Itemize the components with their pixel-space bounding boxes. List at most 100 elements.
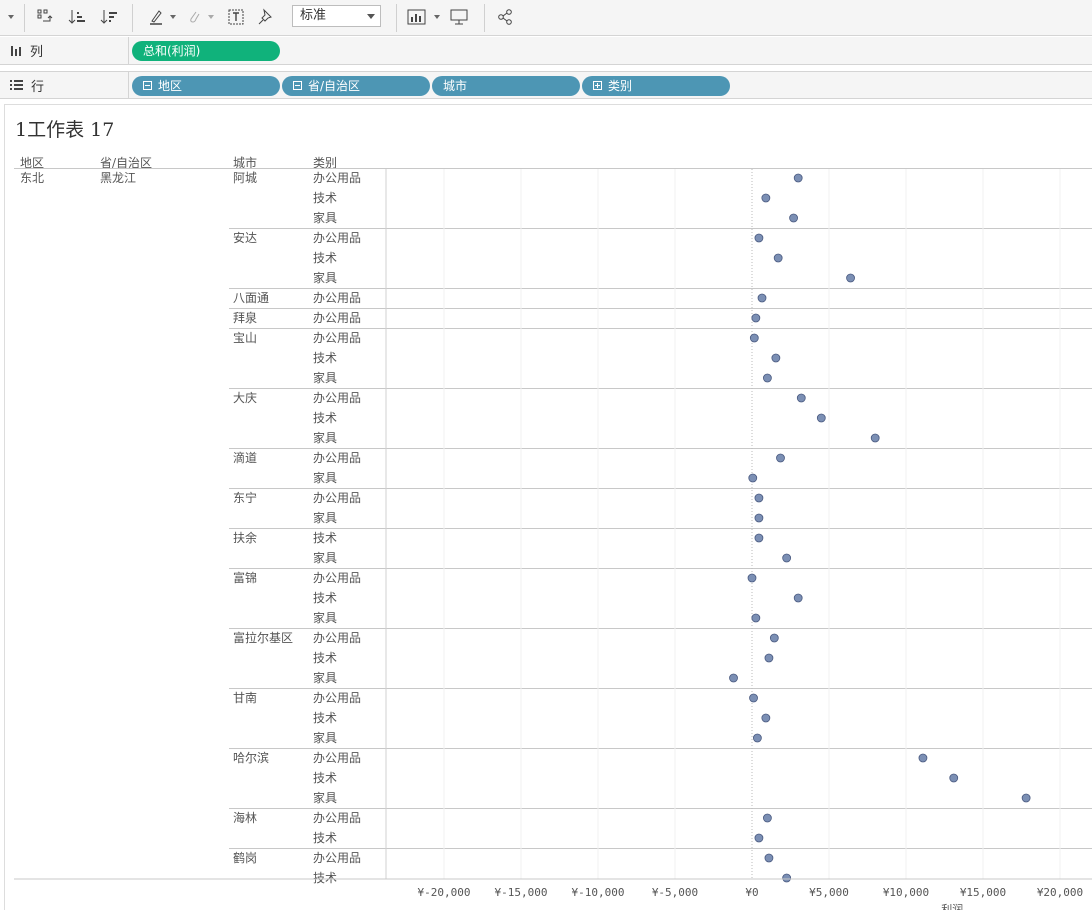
city-label[interactable]: 大庆 <box>233 391 257 405</box>
sheet-title: 1工作表 17 <box>15 119 115 141</box>
swap-icon[interactable] <box>34 6 56 28</box>
share-icon[interactable] <box>494 6 516 28</box>
dropdown-icon[interactable] <box>168 6 178 28</box>
rows-shelf-label: 行 <box>0 72 129 98</box>
columns-shelf: 列 总和(利润) <box>0 37 1092 65</box>
city-label[interactable]: 八面通 <box>233 291 269 305</box>
expand-icon <box>593 81 602 90</box>
city-label[interactable]: 阿城 <box>233 171 257 185</box>
pill-region[interactable]: 地区 <box>132 76 280 96</box>
category-label[interactable]: 技术 <box>313 711 337 725</box>
region-cell[interactable]: 东北 <box>20 171 44 185</box>
presentation-icon[interactable] <box>448 6 470 28</box>
sort-asc-icon[interactable] <box>66 6 88 28</box>
rows-shelf: 行 地区 省/自治区 城市 类别 <box>0 71 1092 99</box>
category-label[interactable]: 家具 <box>313 211 337 225</box>
pill-province[interactable]: 省/自治区 <box>282 76 430 96</box>
category-label[interactable]: 办公用品 <box>313 451 361 465</box>
category-label[interactable]: 办公用品 <box>313 391 361 405</box>
city-separator <box>228 228 1092 229</box>
columns-icon <box>10 45 22 57</box>
show-me-icon[interactable] <box>406 6 428 28</box>
category-label[interactable]: 家具 <box>313 731 337 745</box>
collapse-icon <box>143 81 152 90</box>
city-label[interactable]: 甘南 <box>233 691 257 705</box>
city-label[interactable]: 哈尔滨 <box>233 751 269 765</box>
category-label[interactable]: 办公用品 <box>313 491 361 505</box>
category-label[interactable]: 办公用品 <box>313 571 361 585</box>
city-separator <box>228 528 1092 529</box>
category-label[interactable]: 家具 <box>313 431 337 445</box>
city-separator <box>228 848 1092 849</box>
city-label[interactable]: 安达 <box>233 231 257 245</box>
city-separator <box>228 328 1092 329</box>
city-label[interactable]: 海林 <box>233 811 257 825</box>
columns-label-text: 列 <box>30 45 44 60</box>
category-label[interactable]: 办公用品 <box>313 231 361 245</box>
city-separator <box>228 448 1092 449</box>
category-label[interactable]: 家具 <box>313 551 337 565</box>
category-label[interactable]: 家具 <box>313 671 337 685</box>
category-label[interactable]: 家具 <box>313 271 337 285</box>
category-label[interactable]: 办公用品 <box>313 631 361 645</box>
category-label[interactable]: 家具 <box>313 371 337 385</box>
category-label[interactable]: 办公用品 <box>313 851 361 865</box>
fit-select[interactable]: 标准 <box>292 5 381 27</box>
category-label[interactable]: 办公用品 <box>313 811 361 825</box>
pill-sum-profit[interactable]: 总和(利润) <box>132 41 280 61</box>
city-label[interactable]: 东宁 <box>233 491 257 505</box>
dropdown-icon[interactable] <box>432 6 442 28</box>
toolbar-separator <box>396 4 397 32</box>
city-separator <box>228 388 1092 389</box>
category-label[interactable]: 家具 <box>313 471 337 485</box>
category-label[interactable]: 技术 <box>313 191 337 205</box>
city-label[interactable]: 鹤岗 <box>233 851 257 865</box>
highlight-pen-icon[interactable] <box>146 6 166 28</box>
category-label[interactable]: 办公用品 <box>313 751 361 765</box>
text-box-icon[interactable] <box>226 6 246 28</box>
pill-text: 类别 <box>608 79 633 93</box>
category-label[interactable]: 技术 <box>313 831 337 845</box>
category-label[interactable]: 家具 <box>313 611 337 625</box>
city-label[interactable]: 滴道 <box>233 451 257 465</box>
pill-text: 总和(利润) <box>143 44 201 58</box>
city-separator <box>228 488 1092 489</box>
category-label[interactable]: 技术 <box>313 591 337 605</box>
category-label[interactable]: 技术 <box>313 531 337 545</box>
category-label[interactable]: 办公用品 <box>313 291 361 305</box>
sort-desc-icon[interactable] <box>98 6 120 28</box>
city-label[interactable]: 富锦 <box>233 571 257 585</box>
category-label[interactable]: 技术 <box>313 411 337 425</box>
category-label[interactable]: 办公用品 <box>313 311 361 325</box>
city-separator <box>228 748 1092 749</box>
category-label[interactable]: 技术 <box>313 871 337 885</box>
category-label[interactable]: 家具 <box>313 511 337 525</box>
collapse-icon <box>293 81 302 90</box>
province-cell[interactable]: 黑龙江 <box>100 171 136 185</box>
category-label[interactable]: 技术 <box>313 651 337 665</box>
city-separator <box>228 568 1092 569</box>
category-label[interactable]: 技术 <box>313 771 337 785</box>
city-label[interactable]: 宝山 <box>233 331 257 345</box>
header-divider <box>14 168 1092 169</box>
category-label[interactable]: 技术 <box>313 351 337 365</box>
category-label[interactable]: 技术 <box>313 251 337 265</box>
category-label[interactable]: 家具 <box>313 791 337 805</box>
dropdown-icon[interactable] <box>4 6 18 28</box>
city-label[interactable]: 拜泉 <box>233 311 257 325</box>
pill-text: 地区 <box>158 79 183 93</box>
pill-city[interactable]: 城市 <box>432 76 580 96</box>
city-separator <box>228 808 1092 809</box>
pill-category[interactable]: 类别 <box>582 76 730 96</box>
toolbar: 标准 <box>0 0 1092 36</box>
city-label[interactable]: 扶余 <box>233 531 257 545</box>
city-label[interactable]: 富拉尔基区 <box>233 631 293 645</box>
category-label[interactable]: 办公用品 <box>313 331 361 345</box>
category-label[interactable]: 办公用品 <box>313 691 361 705</box>
dropdown-icon[interactable] <box>206 6 216 28</box>
worksheet <box>4 104 1092 910</box>
city-separator <box>228 628 1092 629</box>
paperclip-icon[interactable] <box>184 6 204 28</box>
pin-icon[interactable] <box>256 6 276 28</box>
category-label[interactable]: 办公用品 <box>313 171 361 185</box>
